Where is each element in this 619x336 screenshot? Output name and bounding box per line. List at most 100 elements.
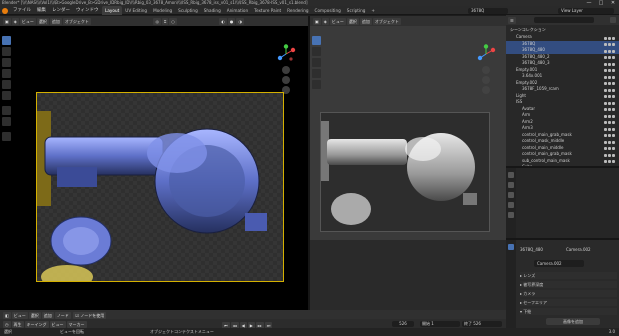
right-editor-type-button[interactable]: ▣ <box>313 17 321 25</box>
right-rotate-tool-icon[interactable] <box>312 69 321 78</box>
node-editor-type-icon[interactable]: ◧ <box>3 311 11 319</box>
left-menu-view[interactable]: ビュー <box>19 17 36 25</box>
eye-icon[interactable] <box>612 43 615 46</box>
eye-icon[interactable] <box>608 56 611 59</box>
add-cube-tool-icon[interactable] <box>2 132 11 141</box>
eye-icon[interactable] <box>612 88 615 92</box>
blender-logo-icon[interactable] <box>2 7 8 14</box>
eye-icon[interactable] <box>612 49 615 53</box>
eye-icon[interactable] <box>612 36 615 40</box>
menu-render[interactable]: レンダー <box>49 6 73 15</box>
eye-icon[interactable] <box>612 69 615 72</box>
end-frame-field[interactable]: 終了 526 <box>462 320 502 327</box>
eye-icon[interactable] <box>612 82 615 85</box>
filter-icon[interactable] <box>610 17 616 23</box>
visibility-icons[interactable] <box>603 36 617 40</box>
timeline-menu-view[interactable]: ビュー <box>49 320 66 328</box>
add-workspace-button[interactable]: + <box>368 6 378 15</box>
zoom-icon[interactable] <box>282 66 290 74</box>
eye-icon[interactable] <box>604 160 607 163</box>
timeline-menu-keying[interactable]: キーイング <box>24 320 49 328</box>
left-menu-add[interactable]: 追加 <box>49 17 62 25</box>
pivot-icon[interactable]: ◎ <box>153 17 161 25</box>
eye-icon[interactable] <box>608 160 611 163</box>
eye-icon[interactable] <box>612 140 615 144</box>
eye-icon[interactable] <box>604 114 607 118</box>
right-navigation-gizmo-icon[interactable] <box>476 44 496 64</box>
eye-icon[interactable] <box>612 101 615 105</box>
eye-icon[interactable] <box>612 153 615 157</box>
left-menu-select[interactable]: 選択 <box>36 17 49 25</box>
render-tab-icon[interactable] <box>508 182 514 188</box>
visibility-icons[interactable] <box>603 159 617 163</box>
eye-icon[interactable] <box>608 127 611 131</box>
eye-icon[interactable] <box>608 114 611 118</box>
eye-icon[interactable] <box>612 75 615 79</box>
right-mode-button[interactable]: ◈ <box>321 17 329 25</box>
eye-icon[interactable] <box>612 127 615 131</box>
eye-icon[interactable] <box>608 108 611 111</box>
left-3d-viewport[interactable]: ▣ ◈ ビュー 選択 追加 オブジェクト ◎ ⌗ ○ ◐ ● ◑ <box>0 16 308 310</box>
eye-icon[interactable] <box>608 75 611 79</box>
start-frame-field[interactable]: 開始 1 <box>420 320 460 327</box>
shading-solid-icon[interactable]: ● <box>227 17 236 25</box>
right-scale-tool-icon[interactable] <box>312 80 321 89</box>
right-cursor-tool-icon[interactable] <box>312 47 321 56</box>
outliner-type-icon[interactable]: ☰ <box>508 16 516 24</box>
visibility-icons[interactable] <box>603 153 617 157</box>
tab-sculpting[interactable]: Sculpting <box>175 6 201 15</box>
eye-icon[interactable] <box>612 121 615 124</box>
timeline-menu-marker[interactable]: マーカー <box>66 320 87 328</box>
overlay-icon[interactable]: ◐ <box>219 17 227 25</box>
node-menu-node[interactable]: ノード <box>54 311 71 319</box>
eye-icon[interactable] <box>604 153 607 157</box>
eye-icon[interactable] <box>604 69 607 72</box>
tab-shading[interactable]: Shading <box>201 6 224 15</box>
world-tab-icon[interactable] <box>508 212 514 218</box>
eye-icon[interactable] <box>604 49 607 53</box>
proportional-icon[interactable]: ○ <box>169 17 177 25</box>
select-tool-icon[interactable] <box>2 36 11 45</box>
node-menu-select[interactable]: 選択 <box>28 311 41 319</box>
eye-icon[interactable] <box>604 75 607 79</box>
navigation-gizmo-icon[interactable] <box>276 44 296 64</box>
visibility-icons[interactable] <box>603 49 617 53</box>
visibility-icons[interactable] <box>603 94 617 98</box>
visibility-icons[interactable] <box>603 88 617 92</box>
transform-tool-icon[interactable] <box>2 91 11 100</box>
use-nodes-checkbox[interactable]: ☑ ノードを使用 <box>73 311 107 319</box>
visibility-icons[interactable] <box>603 140 617 144</box>
eye-icon[interactable] <box>612 147 615 150</box>
visibility-icons[interactable] <box>603 146 617 150</box>
eye-icon[interactable] <box>608 134 611 137</box>
right-move-tool-icon[interactable] <box>312 58 321 67</box>
menu-window[interactable]: ウィンドウ <box>73 6 102 15</box>
add-image-button[interactable]: 画像を追加 <box>546 318 600 325</box>
visibility-icons[interactable] <box>603 107 617 111</box>
visibility-icons[interactable] <box>603 68 617 72</box>
visibility-icons[interactable] <box>603 81 617 85</box>
eye-icon[interactable] <box>608 88 611 92</box>
eye-icon[interactable] <box>608 36 611 40</box>
left-mode-button[interactable]: ◈ <box>11 17 19 25</box>
eye-icon[interactable] <box>604 82 607 85</box>
eye-icon[interactable] <box>604 43 607 46</box>
tab-texture-paint[interactable]: Texture Paint <box>251 6 284 15</box>
rotate-tool-icon[interactable] <box>2 69 11 78</box>
right-pan-hand-icon[interactable] <box>482 76 490 84</box>
menu-file[interactable]: ファイル <box>10 6 34 15</box>
tab-compositing[interactable]: Compositing <box>312 6 344 15</box>
visibility-icons[interactable] <box>603 42 617 46</box>
eye-icon[interactable] <box>608 82 611 85</box>
tab-rendering[interactable]: Rendering <box>284 6 311 15</box>
visibility-icons[interactable] <box>603 127 617 131</box>
menu-edit[interactable]: 編集 <box>34 6 49 15</box>
scene-selector[interactable]: 3678Q <box>468 7 508 14</box>
visibility-icons[interactable] <box>603 133 617 137</box>
right-zoom-icon[interactable] <box>482 66 490 74</box>
eye-icon[interactable] <box>608 62 611 66</box>
eye-icon[interactable] <box>604 140 607 144</box>
move-tool-icon[interactable] <box>2 58 11 67</box>
visibility-icons[interactable] <box>603 120 617 124</box>
right-camera-view-icon[interactable] <box>482 86 490 94</box>
